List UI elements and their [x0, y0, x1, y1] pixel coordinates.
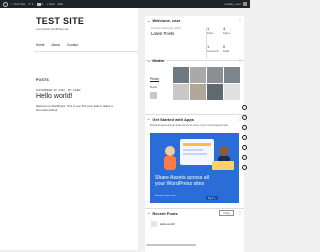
chevron-down-icon[interactable]: ⌄ [147, 117, 150, 121]
widget-title: Media [152, 58, 164, 63]
welcome-body: Currently reading this article Latest Po… [145, 25, 244, 60]
admin-bar-account[interactable]: Howdy, user [225, 2, 247, 6]
promo-illustration [164, 139, 234, 170]
scrollbar[interactable] [146, 244, 196, 246]
post-thumbnail [151, 220, 157, 227]
widget-header[interactable]: ⌄ Recent Posts Today ⋮ [145, 209, 244, 218]
more-options-icon[interactable]: ⋮ [238, 58, 242, 63]
media-icon[interactable] [241, 115, 247, 120]
more-options-icon[interactable]: ⋮ [238, 18, 242, 23]
add-icon[interactable] [241, 105, 247, 110]
recent-filter-select[interactable]: Today [219, 210, 234, 216]
avatar [243, 2, 247, 6]
wordpress-logo-menu[interactable] [3, 1, 8, 7]
admin-bar-site-name[interactable]: ⌂ Test Site [11, 2, 25, 6]
promo-button[interactable]: Try it → [206, 196, 219, 200]
list-item[interactable]: Hello world! [145, 218, 244, 230]
divider [206, 27, 207, 59]
apps-widget: ⌄ Get Started with Apps ⋮ Download apps … [145, 114, 244, 203]
widget-header[interactable]: ⌄ Media ⋮ [145, 56, 244, 65]
stat-pages[interactable]: 4 Pages [223, 26, 239, 42]
media-image[interactable] [173, 67, 189, 83]
site-tagline: Just another WordPress site [36, 28, 69, 31]
media-image[interactable] [224, 84, 240, 100]
site-stats: 1 Posts 4 Pages 1 Comments 0 Drafts [207, 26, 239, 60]
settings-icon[interactable] [241, 125, 247, 130]
media-image[interactable] [207, 84, 223, 100]
apps-description: Download apps and get quick access to so… [150, 123, 229, 127]
post-meta: NOVEMBER 30, 2022 · BY USER [36, 89, 81, 92]
admin-bar: ⌂ Test Site ↻ 1 0 + New Edit Howdy, user [0, 0, 250, 8]
media-image[interactable] [224, 67, 240, 83]
widget-title: Welcome, user [152, 18, 181, 23]
widget-header[interactable]: ⌄ Welcome, user ⋮ [145, 16, 244, 25]
post-excerpt: Welcome to WordPress. This is your first… [36, 104, 114, 112]
site-preview: TEST SITE Just another WordPress site Ho… [0, 8, 138, 250]
welcome-line: Currently reading this article [151, 27, 181, 30]
widget-header[interactable]: ⌄ Get Started with Apps ⋮ [145, 115, 244, 124]
media-sub-label: Media [150, 86, 158, 89]
tab-photo[interactable]: Photo [150, 77, 159, 82]
home-icon: ⌂ [11, 2, 13, 6]
side-toolbar [238, 105, 250, 170]
nav-contact[interactable]: Contact [67, 43, 78, 47]
media-grid [173, 67, 240, 100]
comment-icon[interactable] [241, 135, 247, 140]
chevron-down-icon[interactable]: ⌄ [147, 58, 150, 63]
nav-home[interactable]: Home [36, 43, 45, 47]
media-image[interactable] [173, 84, 189, 100]
recent-post-title[interactable]: Hello world! [160, 222, 175, 226]
admin-bar-comments[interactable]: 0 [36, 2, 43, 6]
media-thumbnail[interactable] [150, 92, 157, 99]
refresh-icon: ↻ [28, 2, 31, 6]
apps-promo-banner[interactable]: Share Assets across all your WordPress s… [150, 133, 239, 203]
media-image[interactable] [190, 67, 206, 83]
latest-posts-label[interactable]: Latest Posts [151, 31, 207, 36]
media-widget: ⌄ Media ⋮ Photo Media [145, 56, 244, 100]
close-icon[interactable] [241, 165, 247, 170]
help-icon[interactable] [241, 155, 247, 160]
site-navigation: Home About Contact [36, 43, 78, 47]
divider [34, 51, 138, 52]
wordpress-logo-icon [3, 1, 8, 7]
promo-text: Share Assets across all your WordPress s… [155, 175, 209, 187]
welcome-widget: ⌄ Welcome, user ⋮ Currently reading this… [145, 16, 244, 61]
nav-about[interactable]: About [52, 43, 60, 47]
dashboard-panel: ⌄ Welcome, user ⋮ Currently reading this… [145, 16, 244, 252]
admin-bar-edit[interactable]: Edit [58, 2, 63, 6]
promo-subtext: Manage all your sites [155, 195, 176, 197]
user-icon[interactable] [241, 145, 247, 150]
media-image[interactable] [190, 84, 206, 100]
post-title[interactable]: Hello world! [36, 93, 73, 100]
comment-icon [36, 2, 41, 6]
widget-title: Recent Posts [152, 210, 178, 216]
widget-title: Get Started with Apps [152, 116, 194, 122]
posts-heading: POSTS [36, 78, 49, 82]
stat-posts[interactable]: 1 Posts [207, 26, 223, 42]
more-options-icon[interactable]: ⋮ [238, 211, 242, 215]
media-image[interactable] [207, 67, 223, 83]
chevron-down-icon[interactable]: ⌄ [147, 211, 150, 215]
admin-bar-updates[interactable]: ↻ 1 [28, 2, 33, 6]
site-title[interactable]: TEST SITE [36, 16, 84, 26]
recent-posts-widget: ⌄ Recent Posts Today ⋮ Hello world! [145, 208, 244, 230]
chevron-down-icon[interactable]: ⌄ [147, 18, 150, 23]
admin-bar-new[interactable]: + New [46, 2, 55, 6]
